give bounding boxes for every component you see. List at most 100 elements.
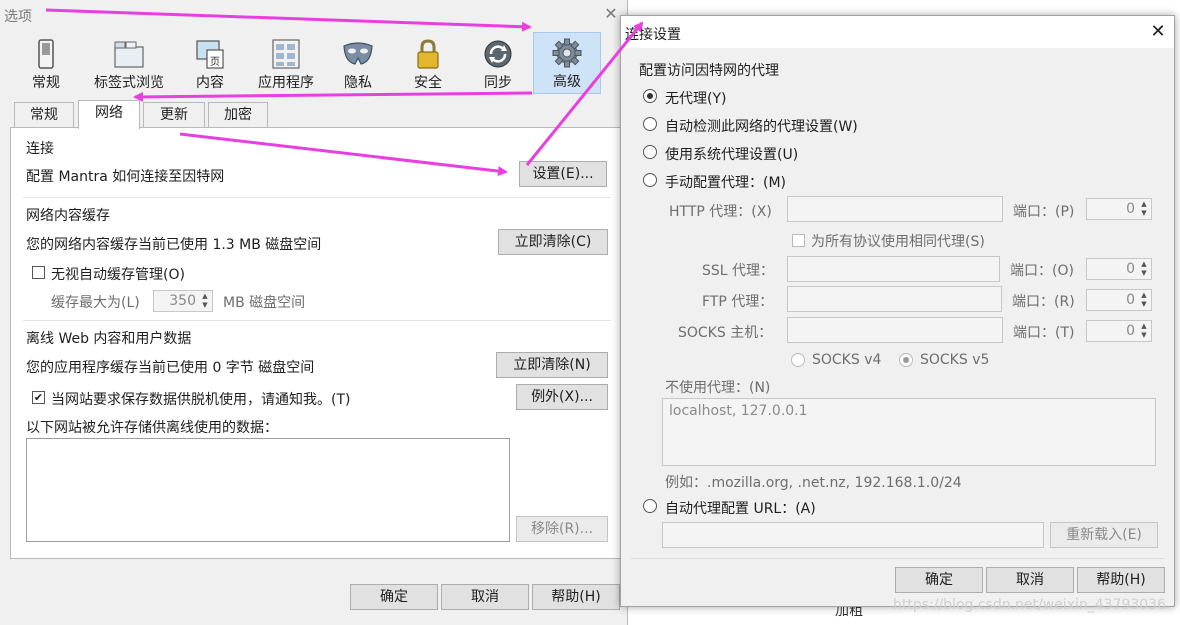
mask-icon — [343, 42, 373, 65]
category-label: 同步 — [484, 75, 512, 91]
tab-update[interactable]: 更新 — [143, 102, 205, 128]
dialog-footer-divider — [631, 558, 1164, 559]
override-cache-checkbox[interactable] — [32, 266, 45, 279]
category-label: 安全 — [414, 75, 442, 91]
ssl-proxy-label: SSL 代理： — [702, 263, 775, 279]
category-applications[interactable]: 应用程序 — [248, 34, 324, 94]
applications-icon — [272, 39, 300, 69]
socks-port-label: 端口：(T) — [1013, 325, 1075, 341]
no-proxy-for-textarea[interactable]: localhost, 127.0.0.1 — [662, 398, 1156, 466]
dialog-ok-button[interactable]: 确定 — [895, 567, 983, 593]
socks-v5-label: SOCKS v5 — [920, 352, 990, 368]
ssl-port-spinner[interactable]: 0 ▲ ▼ — [1086, 258, 1152, 280]
no-proxy-for-label: 不使用代理：(N) — [665, 380, 771, 396]
auto-proxy-url-input[interactable] — [662, 522, 1044, 548]
category-privacy[interactable]: 隐私 — [322, 34, 394, 94]
options-window-title: 选项 — [4, 9, 32, 25]
section-divider — [23, 320, 611, 321]
spinner-arrows-icon[interactable]: ▲ ▼ — [1138, 200, 1150, 218]
ssl-port-value: 0 — [1126, 261, 1135, 277]
dialog-title: 连接设置 — [625, 27, 681, 43]
tabs-icon — [114, 41, 144, 68]
tab-network[interactable]: 网络 — [78, 100, 140, 129]
options-help-button[interactable]: 帮助(H) — [532, 584, 620, 610]
clear-offline-button[interactable]: 立即清除(N) — [496, 352, 608, 378]
dialog-close-button[interactable]: ✕ — [1146, 20, 1170, 44]
http-proxy-input[interactable] — [787, 196, 1003, 222]
category-label: 高级 — [553, 74, 581, 90]
ftp-port-value: 0 — [1126, 292, 1135, 308]
http-port-value: 0 — [1126, 201, 1135, 217]
cache-heading: 网络内容缓存 — [26, 208, 110, 224]
watermark-text: https://blog.csdn.net/weixin_43793036 — [892, 597, 1166, 613]
socks-port-spinner[interactable]: 0 ▲ ▼ — [1086, 320, 1152, 342]
auto-detect-radio[interactable] — [643, 117, 657, 131]
category-label: 标签式浏览 — [94, 75, 164, 91]
notify-offline-checkbox[interactable]: ✔ — [32, 391, 45, 404]
same-proxy-checkbox[interactable] — [792, 234, 805, 247]
socks-v4-radio[interactable] — [791, 353, 805, 367]
spinner-arrows-icon[interactable]: ▲ ▼ — [1138, 291, 1150, 309]
no-proxy-label: 无代理(Y) — [665, 91, 727, 107]
category-label: 隐私 — [344, 75, 372, 91]
network-tab-panel: 连接 配置 Mantra 如何连接至因特网 设置(E)... 网络内容缓存 您的… — [10, 127, 622, 559]
offline-exceptions-button[interactable]: 例外(X)... — [516, 384, 608, 410]
options-close-button[interactable]: ✕ — [601, 4, 621, 24]
tab-encryption[interactable]: 加密 — [208, 102, 268, 128]
category-sync[interactable]: 同步 — [462, 34, 534, 94]
offline-heading: 离线 Web 内容和用户数据 — [26, 331, 192, 347]
ssl-proxy-input[interactable] — [787, 256, 1000, 282]
connection-settings-button[interactable]: 设置(E)... — [519, 161, 607, 187]
dialog-titlebar[interactable]: 连接设置 ✕ — [621, 16, 1174, 48]
auto-detect-label: 自动检测此网络的代理设置(W) — [665, 119, 858, 135]
http-port-spinner[interactable]: 0 ▲ ▼ — [1086, 198, 1152, 220]
sync-icon — [484, 40, 512, 68]
cache-limit-value: 350 — [169, 293, 196, 309]
socks-host-input[interactable] — [787, 317, 1003, 343]
reload-button[interactable]: 重新载入(E) — [1050, 522, 1158, 548]
ftp-port-spinner[interactable]: 0 ▲ ▼ — [1086, 289, 1152, 311]
allowed-sites-label: 以下网站被允许存储供离线使用的数据： — [26, 420, 278, 436]
category-tabs[interactable]: 标签式浏览 — [88, 34, 170, 94]
remove-site-button[interactable]: 移除(R)... — [516, 516, 608, 542]
system-proxy-radio[interactable] — [643, 145, 657, 159]
gear-icon — [552, 38, 582, 68]
connection-description: 配置 Mantra 如何连接至因特网 — [26, 169, 225, 185]
category-advanced[interactable]: 高级 — [533, 32, 601, 94]
options-window: 选项 ✕ 常规 标签式浏览 页 内容 应用程序 隐私 安全 同步 高级 常规 网… — [0, 0, 628, 625]
proxy-group-label: 配置访问因特网的代理 — [639, 63, 779, 79]
manual-proxy-label: 手动配置代理：(M) — [665, 175, 787, 191]
system-proxy-label: 使用系统代理设置(U) — [665, 147, 799, 163]
options-cancel-button[interactable]: 取消 — [441, 584, 529, 610]
socks-host-label: SOCKS 主机： — [678, 325, 773, 341]
spinner-arrows-icon[interactable]: ▲ ▼ — [199, 292, 211, 310]
category-general[interactable]: 常规 — [10, 34, 82, 94]
category-label: 应用程序 — [258, 75, 314, 91]
same-proxy-label: 为所有协议使用相同代理(S) — [811, 234, 985, 250]
category-content[interactable]: 页 内容 — [174, 34, 246, 94]
auto-proxy-url-label: 自动代理配置 URL：(A) — [665, 501, 816, 517]
spinner-arrows-icon[interactable]: ▲ ▼ — [1138, 260, 1150, 278]
no-proxy-radio[interactable] — [643, 89, 657, 103]
dialog-help-button[interactable]: 帮助(H) — [1077, 567, 1165, 593]
options-ok-button[interactable]: 确定 — [350, 584, 438, 610]
connection-heading: 连接 — [26, 141, 54, 157]
http-proxy-label: HTTP 代理：(X) — [669, 204, 772, 220]
section-divider — [23, 197, 611, 198]
socks-v5-radio[interactable] — [899, 353, 913, 367]
spinner-arrows-icon[interactable]: ▲ ▼ — [1138, 322, 1150, 340]
allowed-sites-list[interactable] — [26, 438, 510, 542]
clear-cache-button[interactable]: 立即清除(C) — [498, 229, 608, 255]
category-security[interactable]: 安全 — [392, 34, 464, 94]
auto-proxy-url-radio[interactable] — [643, 499, 657, 513]
ftp-proxy-label: FTP 代理： — [702, 294, 774, 310]
notify-offline-label: 当网站要求保存数据供脱机使用，请通知我。(T) — [51, 392, 351, 408]
manual-proxy-radio[interactable] — [643, 173, 657, 187]
cache-limit-spinner[interactable]: 350 ▲ ▼ — [153, 290, 213, 312]
no-proxy-example: 例如：.mozilla.org, .net.nz, 192.168.1.0/24 — [665, 475, 962, 491]
cache-usage-text: 您的网络内容缓存当前已使用 1.3 MB 磁盘空间 — [26, 237, 322, 253]
tab-general[interactable]: 常规 — [14, 102, 74, 128]
dialog-cancel-button[interactable]: 取消 — [986, 567, 1074, 593]
ftp-proxy-input[interactable] — [787, 286, 1002, 312]
socks-port-value: 0 — [1126, 323, 1135, 339]
